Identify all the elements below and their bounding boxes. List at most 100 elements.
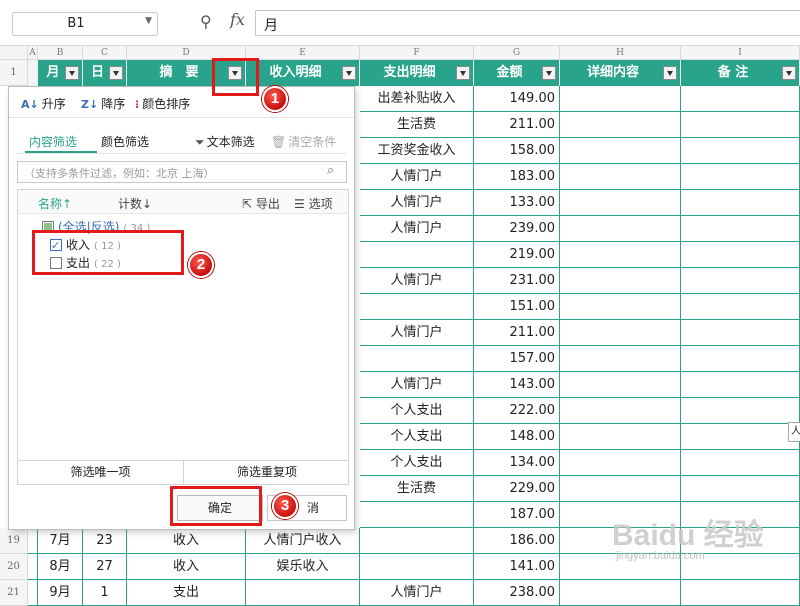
cell-amount[interactable]: 134.00: [474, 450, 560, 476]
column-header-g[interactable]: G: [474, 46, 560, 60]
column-header-a[interactable]: A: [28, 46, 38, 60]
cell-expense[interactable]: [360, 502, 474, 528]
cell-expense[interactable]: [360, 554, 474, 580]
cell[interactable]: [28, 554, 38, 580]
cell-details[interactable]: [560, 398, 681, 424]
cell-day[interactable]: 27: [83, 554, 127, 580]
column-header-h[interactable]: H: [560, 46, 681, 60]
filter-unique-button[interactable]: 筛选唯一项: [18, 461, 184, 485]
tab-content-filter[interactable]: 内容筛选: [29, 133, 77, 150]
cell-details[interactable]: [560, 424, 681, 450]
cell-summary[interactable]: 支出: [127, 580, 246, 606]
cell-expense[interactable]: 人情门户: [360, 580, 474, 606]
cell-expense[interactable]: 个人支出: [360, 450, 474, 476]
cell-notes[interactable]: [681, 372, 800, 398]
cell[interactable]: [28, 580, 38, 606]
cell-amount[interactable]: 148.00: [474, 424, 560, 450]
text-filter-button[interactable]: ⏷ 文本筛选: [195, 133, 255, 150]
cell-details[interactable]: [560, 268, 681, 294]
row-header-1[interactable]: 1: [0, 60, 28, 86]
sort-by-color-button[interactable]: ⁝ 颜色排序: [135, 95, 190, 112]
cell-expense[interactable]: 生活费: [360, 112, 474, 138]
sort-ascending-button[interactable]: A↓ 升序: [21, 95, 66, 112]
cell-notes[interactable]: [681, 86, 800, 112]
cell-details[interactable]: [560, 294, 681, 320]
column-header-e[interactable]: E: [246, 46, 360, 60]
formula-input[interactable]: 月: [255, 10, 800, 36]
zoom-icon[interactable]: ⚲: [200, 12, 212, 31]
cell-income[interactable]: 娱乐收入: [246, 554, 360, 580]
sort-by-count-button[interactable]: 计数↓: [118, 195, 152, 212]
cell-expense[interactable]: 生活费: [360, 476, 474, 502]
column-header-f[interactable]: F: [360, 46, 474, 60]
cell-notes[interactable]: [681, 320, 800, 346]
cell[interactable]: [28, 528, 38, 554]
column-header-c[interactable]: C: [83, 46, 127, 60]
cell-notes[interactable]: [681, 268, 800, 294]
cell-details[interactable]: [560, 242, 681, 268]
filter-dropdown-icon[interactable]: [65, 66, 79, 80]
cell-expense[interactable]: 个人支出: [360, 398, 474, 424]
cell-day[interactable]: 23: [83, 528, 127, 554]
cell-expense[interactable]: [360, 294, 474, 320]
name-box[interactable]: B1 ▼: [12, 12, 158, 36]
cell-amount[interactable]: 219.00: [474, 242, 560, 268]
cell-amount[interactable]: 211.00: [474, 112, 560, 138]
row-header-19[interactable]: 19: [0, 528, 28, 554]
filter-duplicates-button[interactable]: 筛选重复项: [184, 461, 350, 485]
cell-details[interactable]: [560, 476, 681, 502]
cell-expense[interactable]: 出差补贴收入: [360, 86, 474, 112]
cell-amount[interactable]: 141.00: [474, 554, 560, 580]
cell-expense[interactable]: 人情门户: [360, 268, 474, 294]
cell-amount[interactable]: 157.00: [474, 346, 560, 372]
cell-amount[interactable]: 222.00: [474, 398, 560, 424]
filter-dropdown-icon[interactable]: [109, 66, 123, 80]
cell-amount[interactable]: 143.00: [474, 372, 560, 398]
cell-expense[interactable]: 个人支出: [360, 424, 474, 450]
header-day[interactable]: 日: [83, 60, 127, 86]
cell-notes[interactable]: [681, 476, 800, 502]
cell-notes[interactable]: [681, 580, 800, 606]
cell-details[interactable]: [560, 450, 681, 476]
cell-amount[interactable]: 238.00: [474, 580, 560, 606]
cell-details[interactable]: [560, 112, 681, 138]
cell-amount[interactable]: 183.00: [474, 164, 560, 190]
cell-expense[interactable]: 人情门户: [360, 216, 474, 242]
cell-notes[interactable]: [681, 242, 800, 268]
cell-amount[interactable]: 187.00: [474, 502, 560, 528]
cell-amount[interactable]: 158.00: [474, 138, 560, 164]
cell-notes[interactable]: [681, 398, 800, 424]
cell-amount[interactable]: 239.00: [474, 216, 560, 242]
cell-notes[interactable]: [681, 346, 800, 372]
cell-amount[interactable]: 229.00: [474, 476, 560, 502]
cell-notes[interactable]: [681, 450, 800, 476]
cell-income[interactable]: 人情门户收入: [246, 528, 360, 554]
cell-expense[interactable]: 人情门户: [360, 372, 474, 398]
filter-dropdown-icon[interactable]: [663, 66, 677, 80]
search-icon[interactable]: ⌕: [327, 163, 334, 178]
filter-dropdown-icon[interactable]: [542, 66, 556, 80]
cell-amount[interactable]: 211.00: [474, 320, 560, 346]
cell-month[interactable]: 7月: [38, 528, 83, 554]
cell-summary[interactable]: 收入: [127, 528, 246, 554]
cell-notes[interactable]: [681, 424, 800, 450]
cell-notes[interactable]: [681, 164, 800, 190]
cell-amount[interactable]: 149.00: [474, 86, 560, 112]
export-button[interactable]: ⇱ 导出: [242, 195, 280, 212]
sort-by-name-button[interactable]: 名称↑: [38, 195, 72, 212]
row-header-20[interactable]: 20: [0, 554, 28, 580]
cell-notes[interactable]: [681, 294, 800, 320]
cell-expense[interactable]: [360, 242, 474, 268]
row-header-21[interactable]: 21: [0, 580, 28, 606]
cell-notes[interactable]: [681, 112, 800, 138]
cell-expense[interactable]: 人情门户: [360, 164, 474, 190]
cell-amount[interactable]: 186.00: [474, 528, 560, 554]
cell-amount[interactable]: 231.00: [474, 268, 560, 294]
cell-expense[interactable]: 人情门户: [360, 320, 474, 346]
column-header-i[interactable]: I: [681, 46, 800, 60]
fx-icon[interactable]: fx: [230, 10, 245, 29]
column-header-b[interactable]: B: [38, 46, 83, 60]
cell-details[interactable]: [560, 86, 681, 112]
options-button[interactable]: ☰ 选项: [294, 195, 333, 212]
cell-details[interactable]: [560, 372, 681, 398]
